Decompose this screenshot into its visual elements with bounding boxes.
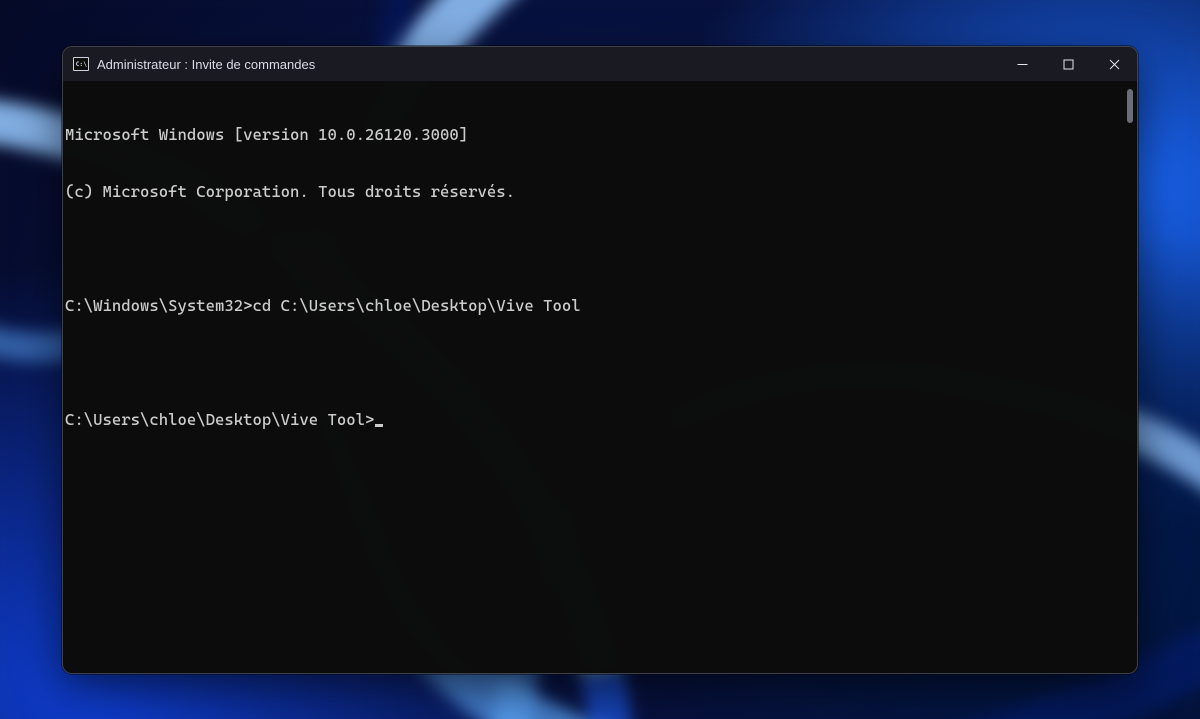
terminal-blank-line [65, 353, 1119, 372]
terminal-line: (c) Microsoft Corporation. Tous droits r… [65, 182, 1119, 201]
maximize-button[interactable] [1045, 47, 1091, 81]
terminal-line: C:\Windows\System32>cd C:\Users\chloe\De… [65, 296, 1119, 315]
prompt-text: C:\Users\chloe\Desktop\Vive Tool> [65, 410, 374, 429]
terminal-blank-line [65, 239, 1119, 258]
minimize-icon [1017, 59, 1028, 70]
cursor [375, 424, 383, 427]
close-icon [1109, 59, 1120, 70]
titlebar[interactable]: Administrateur : Invite de commandes [63, 47, 1137, 81]
prompt-text: C:\Windows\System32> [65, 296, 253, 315]
terminal-output[interactable]: Microsoft Windows [version 10.0.26120.30… [63, 85, 1123, 673]
terminal-line: Microsoft Windows [version 10.0.26120.30… [65, 125, 1119, 144]
window-title: Administrateur : Invite de commandes [97, 57, 315, 72]
scrollbar-thumb[interactable] [1127, 89, 1133, 123]
maximize-icon [1063, 59, 1074, 70]
terminal-current-line: C:\Users\chloe\Desktop\Vive Tool> [65, 410, 1119, 429]
cmd-icon [73, 57, 89, 71]
command-text: cd C:\Users\chloe\Desktop\Vive Tool [253, 296, 581, 315]
close-button[interactable] [1091, 47, 1137, 81]
command-prompt-window: Administrateur : Invite de commandes Mic… [62, 46, 1138, 674]
minimize-button[interactable] [999, 47, 1045, 81]
